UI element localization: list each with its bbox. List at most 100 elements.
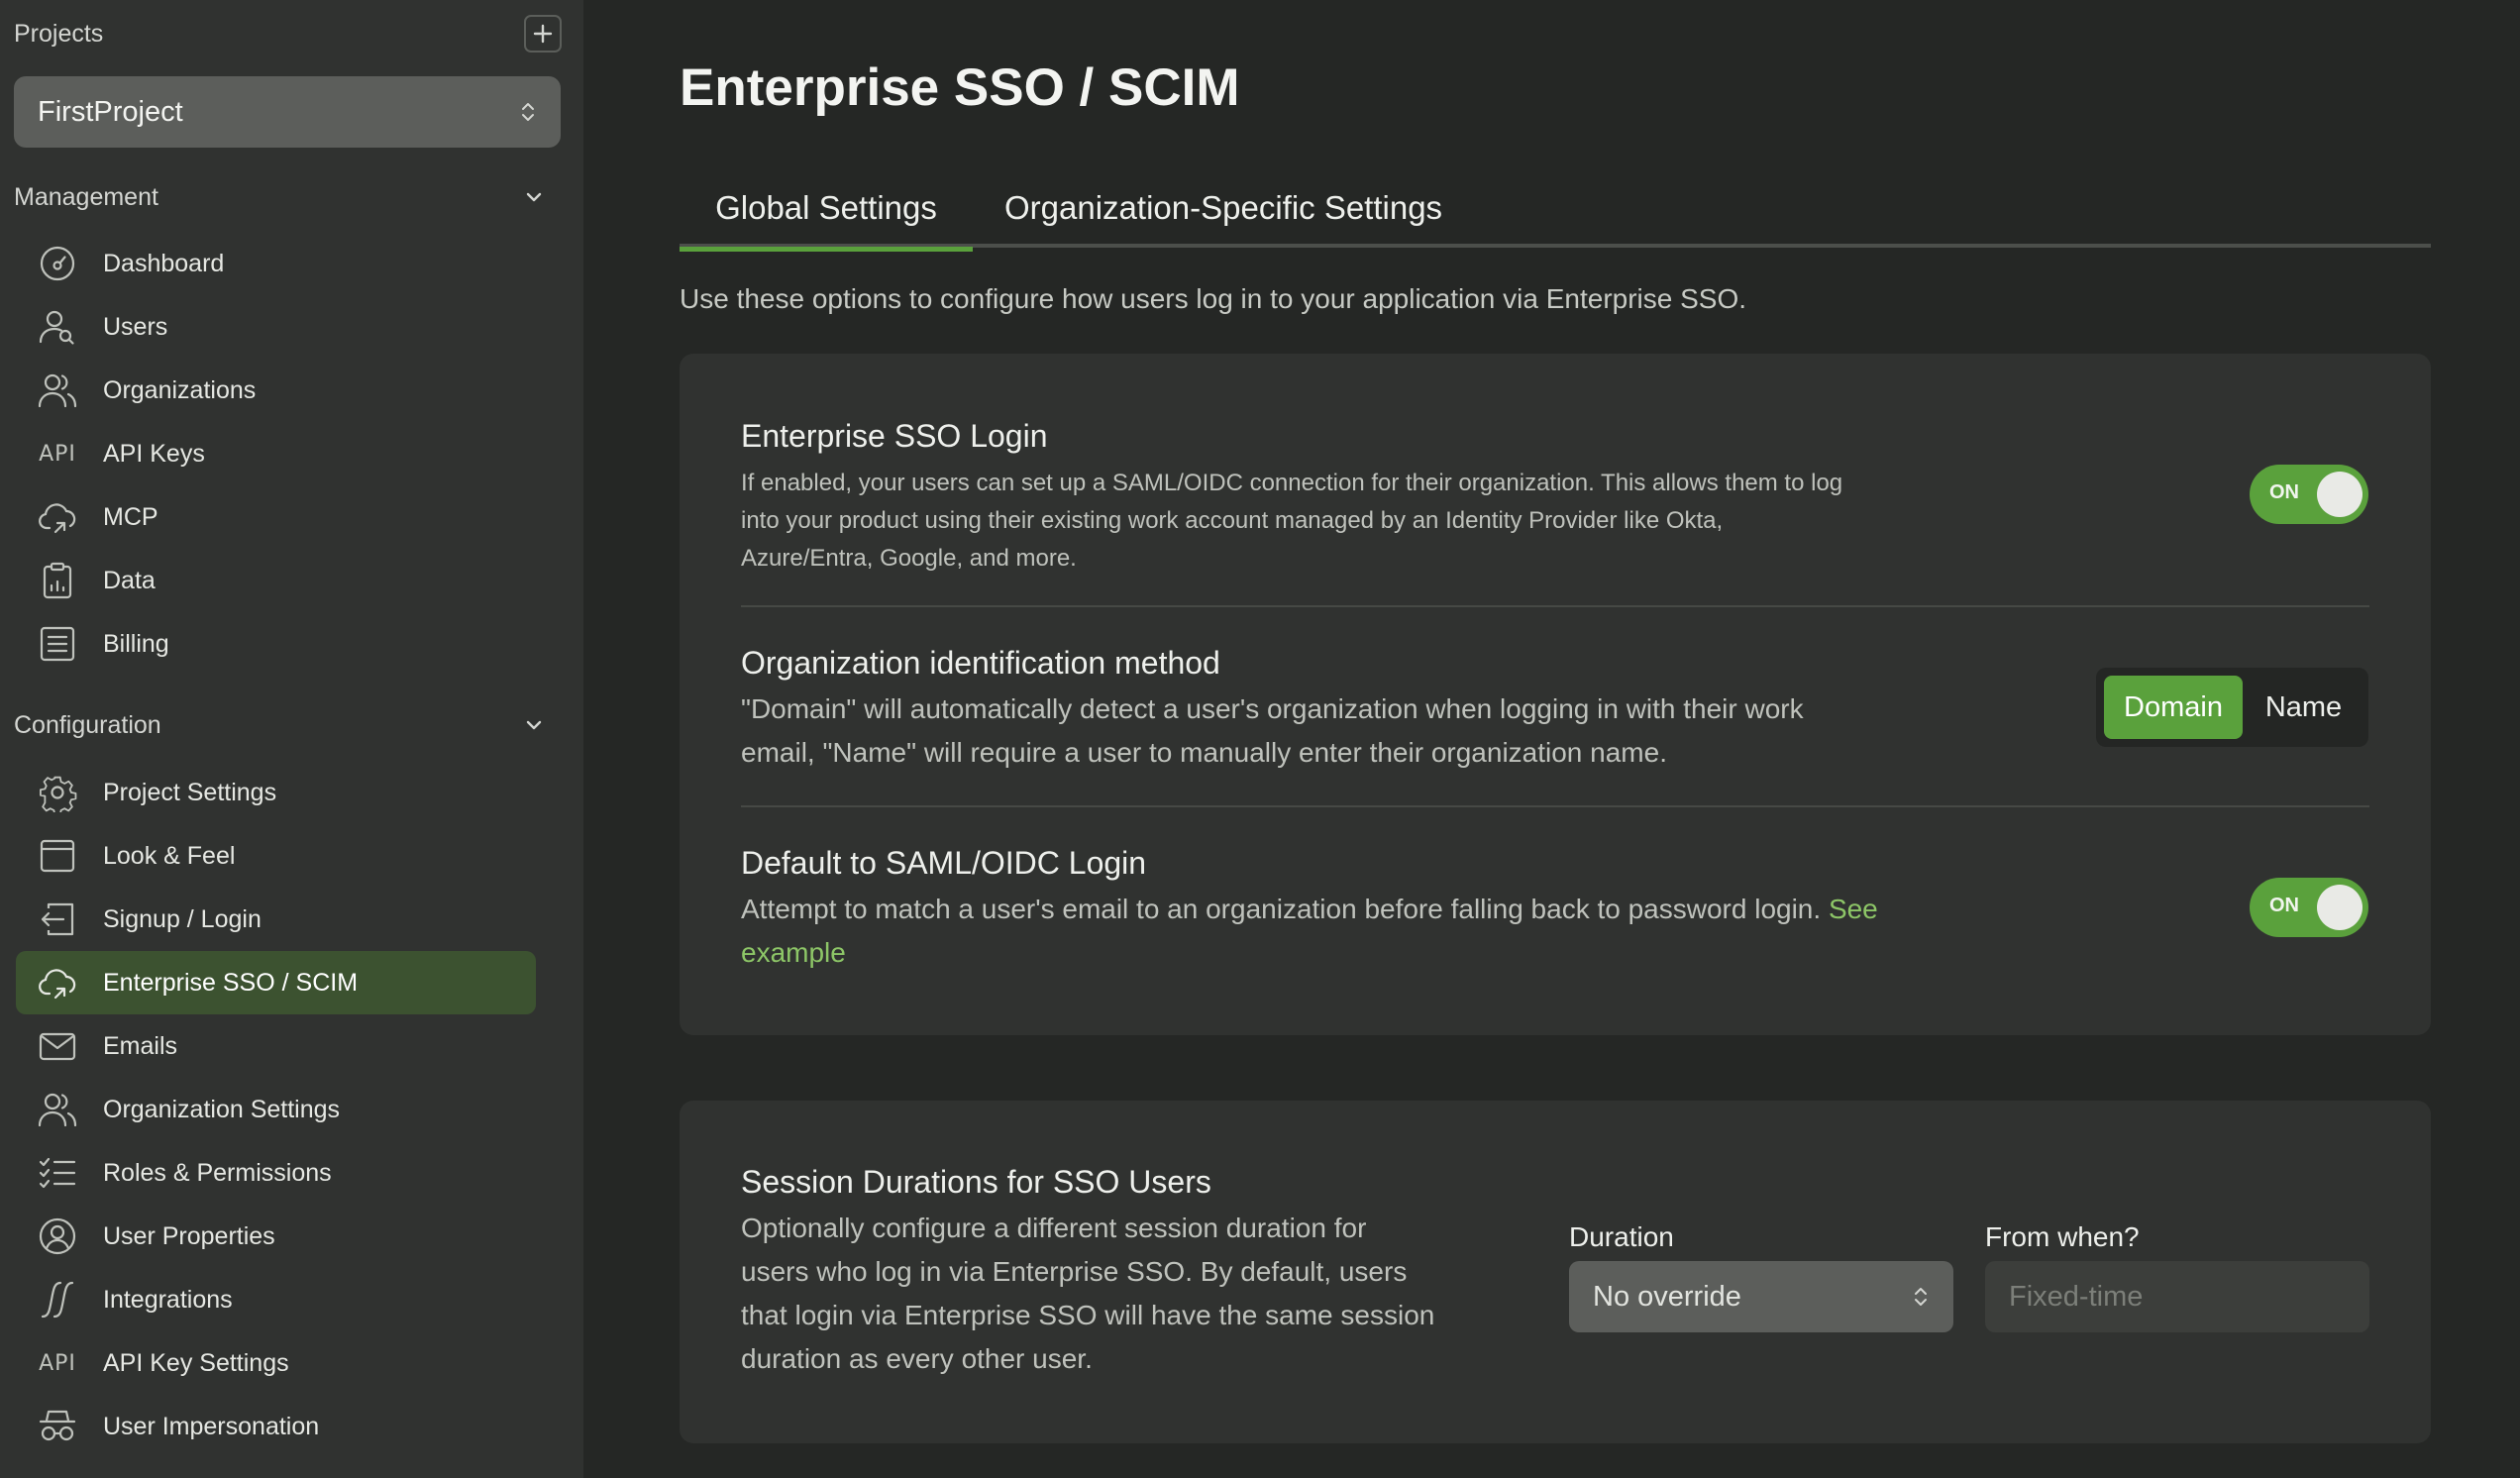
sidebar-item-dashboard[interactable]: Dashboard xyxy=(16,232,536,295)
sidebar-item-project-settings[interactable]: Project Settings xyxy=(16,761,536,824)
projects-header: Projects xyxy=(14,14,562,53)
sidebar-item-signup-login[interactable]: Signup / Login xyxy=(16,888,536,951)
tab-organization-specific-settings[interactable]: Organization-Specific Settings xyxy=(1004,168,1442,248)
org-method-segmented-control: Domain Name xyxy=(2096,668,2368,747)
management-section-header[interactable]: Management xyxy=(14,177,544,217)
project-selector[interactable]: FirstProject xyxy=(14,76,561,148)
sidebar-item-label: Project Settings xyxy=(103,778,277,806)
sidebar-item-user-properties[interactable]: User Properties xyxy=(16,1205,536,1268)
toggle-knob xyxy=(2317,472,2362,517)
from-when-label: From when? xyxy=(1985,1221,2140,1252)
see-example-link[interactable]: See xyxy=(1829,894,1878,924)
default-saml-toggle[interactable]: ON xyxy=(2250,878,2368,937)
checklist-icon xyxy=(38,1153,77,1193)
default-saml-desc: Attempt to match a user's email to an or… xyxy=(741,888,1949,931)
global-settings-card: Enterprise SSO Login If enabled, your us… xyxy=(680,354,2431,1035)
sidebar-item-look-and-feel[interactable]: Look & Feel xyxy=(16,824,536,888)
main-content: Enterprise SSO / SCIM Global Settings Or… xyxy=(583,0,2520,1478)
sidebar-item-label: Look & Feel xyxy=(103,841,236,870)
session-durations-title: Session Durations for SSO Users xyxy=(741,1164,1211,1200)
sidebar-item-roles-permissions[interactable]: Roles & Permissions xyxy=(16,1141,536,1205)
sidebar-item-label: Integrations xyxy=(103,1285,233,1314)
tab-label: Global Settings xyxy=(715,189,937,226)
sidebar-item-label: User Properties xyxy=(103,1221,275,1250)
sidebar-item-label: Roles & Permissions xyxy=(103,1158,332,1187)
toggle-on-label: ON xyxy=(2269,481,2299,503)
sidebar-item-api-keys[interactable]: API API Keys xyxy=(16,422,536,485)
from-when-input[interactable]: Fixed-time xyxy=(1985,1261,2369,1332)
divider xyxy=(741,805,2369,807)
duration-label: Duration xyxy=(1569,1221,1674,1252)
sidebar-item-label: Users xyxy=(103,312,168,341)
default-saml-title: Default to SAML/OIDC Login xyxy=(741,845,1147,881)
sidebar-item-label: MCP xyxy=(103,502,158,531)
api-icon: API xyxy=(38,434,77,474)
default-saml-desc-text: Attempt to match a user's email to an or… xyxy=(741,894,1822,924)
duration-select[interactable]: No override xyxy=(1569,1261,1953,1332)
session-durations-desc: Optionally configure a different session… xyxy=(741,1213,1367,1243)
option-domain[interactable]: Domain xyxy=(2104,676,2243,739)
chevron-updown-icon xyxy=(522,103,534,121)
sidebar-item-emails[interactable]: Emails xyxy=(16,1014,536,1078)
chevron-updown-icon xyxy=(1915,1288,1927,1306)
org-method-desc: email, "Name" will require a user to man… xyxy=(741,737,1667,768)
sidebar-item-label: Organizations xyxy=(103,375,257,404)
tab-label: Organization-Specific Settings xyxy=(1004,189,1443,226)
organizations-icon xyxy=(38,1090,77,1129)
impersonation-icon xyxy=(38,1407,77,1446)
sidebar-item-label: Emails xyxy=(103,1031,178,1060)
sidebar-item-label: User Impersonation xyxy=(103,1412,320,1440)
default-saml-row: Default to SAML/OIDC Login Attempt to ma… xyxy=(741,845,2369,975)
sso-login-title: Enterprise SSO Login xyxy=(741,418,1048,454)
mail-icon xyxy=(38,1026,77,1066)
sidebar-item-label: Enterprise SSO / SCIM xyxy=(103,968,359,997)
sso-login-row: Enterprise SSO Login If enabled, your us… xyxy=(741,418,2369,578)
projects-label: Projects xyxy=(14,19,104,48)
sidebar-item-organization-settings[interactable]: Organization Settings xyxy=(16,1078,536,1141)
billing-icon xyxy=(38,624,77,664)
sidebar-item-label: Billing xyxy=(103,629,169,658)
cloud-icon xyxy=(38,963,77,1003)
clipboard-icon xyxy=(38,561,77,600)
session-durations-row: Session Durations for SSO Users Optional… xyxy=(741,1164,1494,1381)
gear-icon xyxy=(38,773,77,812)
sidebar-item-label: Data xyxy=(103,566,156,594)
login-icon xyxy=(38,899,77,939)
configuration-section-header[interactable]: Configuration xyxy=(14,705,544,745)
sso-login-desc: If enabled, your users can set up a SAML… xyxy=(741,470,1843,496)
users-icon xyxy=(38,307,77,347)
sso-login-toggle[interactable]: ON xyxy=(2250,465,2368,524)
sidebar-item-mcp[interactable]: MCP xyxy=(16,485,536,549)
add-project-button[interactable] xyxy=(524,15,562,53)
duration-value: No override xyxy=(1593,1280,1741,1313)
see-example-link[interactable]: example xyxy=(741,937,846,968)
configuration-label: Configuration xyxy=(14,710,161,739)
sidebar-item-organizations[interactable]: Organizations xyxy=(16,359,536,422)
divider xyxy=(741,605,2369,607)
sidebar-item-users[interactable]: Users xyxy=(16,295,536,359)
settings-tabs: Global Settings Organization-Specific Se… xyxy=(680,168,2431,252)
intro-text: Use these options to configure how users… xyxy=(680,283,1747,314)
sidebar-item-integrations[interactable]: Integrations xyxy=(16,1268,536,1331)
sidebar-item-user-impersonation[interactable]: User Impersonation xyxy=(16,1395,536,1458)
sidebar-item-billing[interactable]: Billing xyxy=(16,612,536,676)
api-icon: API xyxy=(38,1343,77,1383)
org-method-desc: "Domain" will automatically detect a use… xyxy=(741,693,1804,724)
user-circle-icon xyxy=(38,1216,77,1256)
option-name[interactable]: Name xyxy=(2247,676,2361,739)
toggle-knob xyxy=(2317,885,2362,930)
management-label: Management xyxy=(14,182,158,211)
plus-icon xyxy=(533,24,553,44)
tab-global-settings[interactable]: Global Settings xyxy=(680,168,973,252)
sidebar-item-label: Dashboard xyxy=(103,249,225,277)
sso-login-desc: into your product using their existing w… xyxy=(741,507,1724,534)
session-durations-desc: duration as every other user. xyxy=(741,1343,1093,1374)
api-glyph: API xyxy=(39,1350,76,1376)
sidebar-item-api-key-settings[interactable]: API API Key Settings xyxy=(16,1331,536,1395)
organizations-icon xyxy=(38,370,77,410)
sidebar-item-enterprise-sso[interactable]: Enterprise SSO / SCIM xyxy=(16,951,536,1014)
sidebar-item-data[interactable]: Data xyxy=(16,549,536,612)
chevron-down-icon xyxy=(526,720,542,730)
toggle-on-label: ON xyxy=(2269,895,2299,916)
window-icon xyxy=(38,836,77,876)
